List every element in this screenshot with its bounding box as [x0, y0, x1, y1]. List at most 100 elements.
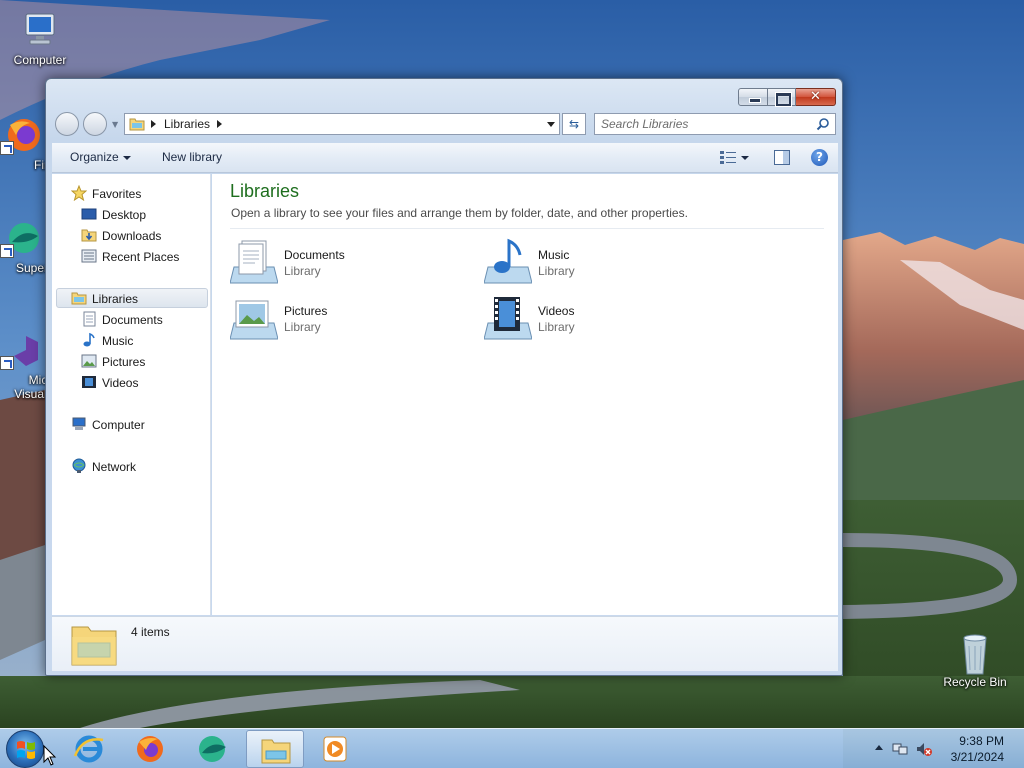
music-icon [83, 332, 95, 347]
visual-studio-icon [0, 330, 40, 370]
recent-places-icon [81, 249, 97, 263]
library-pictures[interactable]: Pictures Library [230, 293, 470, 343]
network-status-icon[interactable] [892, 741, 908, 757]
search-icon[interactable] [816, 117, 830, 131]
app-icon [199, 736, 226, 762]
taskbar-windows-explorer[interactable] [246, 730, 304, 768]
windows-logo-icon [17, 741, 35, 759]
desktop-icon-computer[interactable]: Computer [0, 10, 80, 67]
library-name: Documents [284, 248, 345, 262]
recent-pages-icon[interactable]: ▼ [112, 120, 118, 129]
pictures-library-icon [230, 300, 278, 340]
libraries-folder-icon [71, 626, 117, 666]
explorer-window[interactable]: ✕ ▼ Libraries ⇆ Organize New librar [45, 78, 843, 676]
computer-icon [20, 10, 60, 50]
breadcrumb-separator-icon[interactable] [151, 120, 156, 128]
nav-item-label: Pictures [102, 355, 146, 369]
help-icon[interactable]: ? [811, 149, 828, 166]
navigation-bar: ▼ Libraries ⇆ [46, 109, 842, 139]
nav-item-label: Music [102, 334, 134, 348]
organize-dropdown-icon[interactable] [123, 156, 131, 160]
start-button[interactable] [6, 730, 44, 768]
libraries-folder-icon [129, 118, 145, 131]
shortcut-arrow-icon [0, 141, 14, 155]
recycle-bin-icon [955, 632, 995, 675]
nav-item-label: Network [92, 460, 137, 474]
library-name: Music [538, 248, 570, 262]
videos-library-icon [484, 297, 532, 340]
views-dropdown-icon[interactable] [741, 156, 749, 160]
nav-item-label: Videos [102, 376, 139, 390]
search-box[interactable] [594, 113, 836, 135]
divider [230, 228, 824, 229]
desktop-icon [81, 208, 97, 220]
clock-date[interactable]: 3/21/2024 [944, 750, 1004, 764]
videos-icon [82, 376, 96, 388]
maximize-button[interactable] [768, 88, 796, 107]
command-bar: Organize New library ? [52, 143, 838, 173]
nav-item-label: Desktop [102, 208, 147, 222]
nav-item-label: Libraries [92, 292, 139, 306]
documents-icon [83, 311, 96, 327]
new-library-button[interactable]: New library [162, 150, 222, 164]
nav-item-label: Recent Places [102, 250, 180, 264]
library-name: Videos [538, 304, 575, 318]
volume-muted-icon[interactable] [916, 741, 932, 757]
windows-explorer-icon [261, 739, 291, 764]
nav-item-label: Downloads [102, 229, 162, 243]
library-name: Pictures [284, 304, 328, 318]
address-history-dropdown-icon[interactable] [547, 122, 555, 127]
downloads-icon [81, 229, 97, 242]
app-icon [0, 218, 40, 258]
breadcrumb-libraries[interactable]: Libraries [164, 117, 210, 131]
library-type: Library [538, 264, 575, 278]
library-music[interactable]: Music Library [484, 237, 724, 287]
search-input[interactable] [601, 116, 811, 132]
title-bar[interactable]: ✕ [46, 79, 842, 109]
preview-pane-icon[interactable] [774, 150, 790, 165]
library-type: Library [284, 320, 321, 334]
music-library-icon [484, 238, 532, 284]
network-icon [72, 458, 86, 473]
refresh-button[interactable]: ⇆ [562, 113, 586, 135]
page-title: Libraries [230, 181, 300, 201]
taskbar-app[interactable] [183, 730, 241, 768]
library-documents[interactable]: Documents Library [230, 237, 470, 287]
refresh-icon: ⇆ [568, 117, 580, 131]
details-pane: 4 items [52, 616, 838, 671]
computer-icon [72, 417, 86, 430]
star-icon [71, 185, 87, 201]
library-videos[interactable]: Videos Library [484, 293, 724, 343]
clock-time[interactable]: 9:38 PM [944, 734, 1004, 748]
page-description: Open a library to see your files and arr… [231, 206, 688, 220]
forward-button[interactable] [83, 112, 107, 136]
documents-library-icon [230, 240, 278, 284]
pictures-icon [81, 354, 97, 368]
desktop-icon-recycle-bin[interactable]: Recycle Bin [935, 632, 1015, 689]
mouse-cursor-icon [43, 745, 57, 766]
taskbar-media-player[interactable] [306, 730, 364, 768]
back-button[interactable] [55, 112, 79, 136]
nav-item-label: Documents [102, 313, 163, 327]
maximize-icon [768, 89, 795, 107]
breadcrumb-separator-icon[interactable] [217, 120, 222, 128]
navigation-pane: Favorites Desktop Downloads Recent Place… [52, 174, 211, 615]
nav-item-label: Computer [92, 418, 145, 432]
change-view-icon[interactable] [720, 151, 736, 165]
show-hidden-icons-icon[interactable] [875, 745, 883, 750]
media-player-icon [323, 736, 347, 762]
close-icon: ✕ [810, 89, 821, 104]
organize-button[interactable]: Organize [70, 150, 119, 164]
firefox-icon [0, 115, 40, 155]
close-button[interactable]: ✕ [796, 88, 836, 106]
minimize-button[interactable] [738, 88, 768, 106]
shortcut-arrow-icon [0, 356, 14, 370]
taskbar-firefox[interactable] [121, 730, 179, 768]
taskbar-internet-explorer[interactable] [60, 730, 118, 768]
libraries-icon [71, 292, 87, 305]
firefox-icon [137, 736, 163, 762]
address-bar[interactable]: Libraries [124, 113, 560, 135]
content-pane: Libraries Open a library to see your fil… [212, 174, 838, 615]
library-type: Library [284, 264, 321, 278]
system-tray: 9:38 PM 3/21/2024 [864, 729, 1024, 768]
